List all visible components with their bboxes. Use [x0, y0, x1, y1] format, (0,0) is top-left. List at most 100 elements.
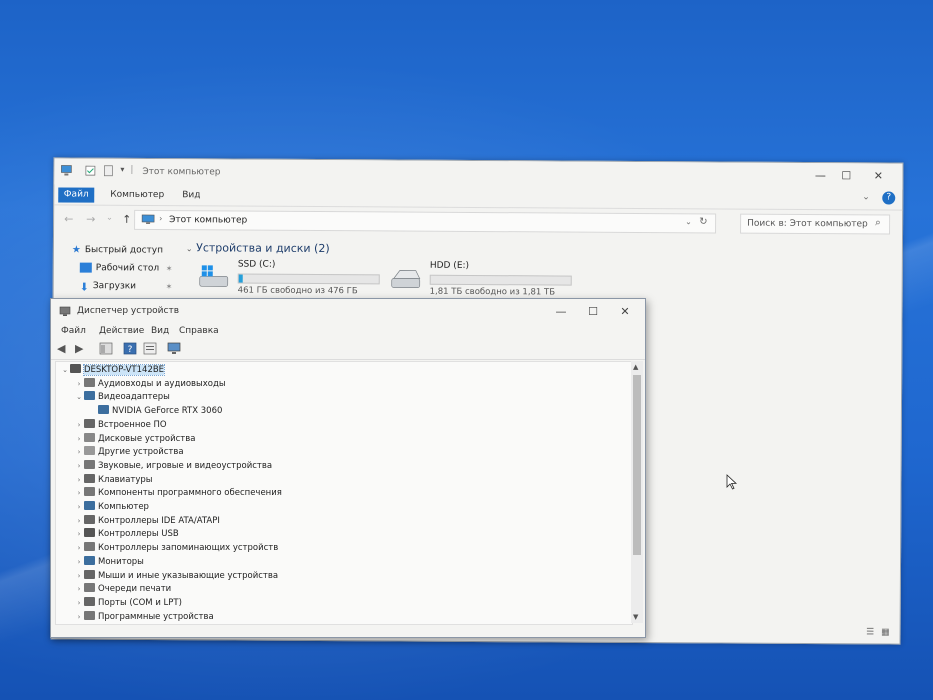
minimize-button[interactable]: — [549, 303, 573, 321]
drive-ssd-c[interactable]: SSD (C:) 461 ГБ свободно из 476 ГБ [198, 259, 398, 300]
tree-row[interactable]: › Контроллеры IDE ATA/ATAPI [74, 514, 220, 528]
printer-icon [84, 583, 95, 593]
scroll-up-arrow-icon[interactable]: ▲ [633, 363, 638, 371]
show-hide-tree-icon[interactable] [99, 342, 113, 355]
tree-row[interactable]: › Компьютер [74, 501, 149, 514]
scan-hardware-icon[interactable] [167, 342, 181, 355]
menu-help[interactable]: Справка [179, 326, 219, 336]
collapse-chevron-icon[interactable]: › [74, 611, 84, 624]
expand-chevron-icon[interactable]: ⌄ [74, 391, 84, 404]
collapse-chevron-icon[interactable]: › [74, 583, 84, 596]
scroll-thumb[interactable] [633, 375, 641, 555]
devices-group-header[interactable]: ⌄ Устройства и диски (2) [186, 241, 330, 255]
help-icon[interactable]: ? [882, 191, 896, 205]
help-icon[interactable]: ? [123, 342, 137, 355]
nav-item-downloads[interactable]: ⬇ Загрузки ✶ [80, 281, 173, 295]
device-tree: ⌄ DESKTOP-VT142BE › Аудиовходы и аудиовыход… [55, 361, 633, 625]
collapse-chevron-icon[interactable]: › [74, 446, 84, 459]
toolbar: ◀ ▶ ? [51, 339, 645, 360]
quick-access-dropdown-icon[interactable]: ▾ [120, 165, 124, 177]
collapse-chevron-icon[interactable]: › [74, 460, 84, 473]
collapse-chevron-icon[interactable]: › [74, 378, 84, 391]
maximize-button[interactable]: ☐ [834, 167, 858, 185]
tab-view[interactable]: Вид [182, 188, 200, 203]
tree-row-label: Программные устройства [98, 611, 214, 622]
this-pc-icon [61, 165, 72, 176]
this-pc-address-icon [141, 214, 155, 224]
drive-free-space: 1,81 ТБ свободно из 1,81 ТБ [429, 286, 556, 298]
collapse-chevron-icon[interactable]: › [74, 556, 84, 569]
tab-computer[interactable]: Компьютер [110, 188, 164, 203]
tab-file[interactable]: Файл [58, 187, 95, 203]
nav-item-label: Загрузки [92, 281, 137, 292]
tree-row[interactable]: › Порты (COM и LPT) [74, 596, 182, 610]
collapse-chevron-icon[interactable]: › [74, 419, 84, 432]
details-view-icon[interactable]: ☰ [866, 627, 874, 637]
unknown-device-icon [84, 446, 95, 456]
menu-file[interactable]: Файл [61, 326, 86, 336]
nav-item-desktop[interactable]: Рабочий стол ✶ [79, 262, 173, 277]
tree-row[interactable]: › Компоненты программного обеспечения [74, 487, 282, 500]
properties-icon[interactable] [143, 342, 157, 355]
forward-arrow-icon[interactable]: → [86, 213, 95, 226]
tree-row[interactable]: › Мониторы [74, 555, 144, 569]
up-arrow-icon[interactable]: ↑ [122, 213, 131, 226]
device-manager-titlebar[interactable]: Диспетчер устройств — ☐ ✕ [51, 299, 645, 323]
search-icon[interactable]: ⌕ [875, 217, 881, 228]
tree-row-label: Компьютер [98, 502, 149, 512]
tree-row-label: Другие устройства [98, 447, 184, 458]
collapse-chevron-icon[interactable]: › [74, 542, 84, 555]
ribbon-expand-icon[interactable]: ⌄ [862, 192, 870, 202]
drive-hdd-e[interactable]: HDD (E:) 1,81 ТБ свободно из 1,81 ТБ [390, 260, 590, 301]
tree-row[interactable]: › Мыши и иные указывающие устройства [74, 569, 278, 583]
tree-row[interactable]: › Дисковые устройства [74, 432, 195, 446]
tree-row[interactable]: › Контроллеры запоминающих устройств [74, 542, 278, 555]
close-button[interactable]: ✕ [866, 167, 890, 185]
tree-row[interactable]: › Другие устройства [74, 446, 184, 459]
tree-row[interactable]: NVIDIA GeForce RTX 3060 [88, 405, 222, 418]
tree-row[interactable]: › Звуковые, игровые и видеоустройства [74, 459, 272, 473]
expand-chevron-icon[interactable]: ⌄ [60, 364, 70, 377]
vertical-scrollbar[interactable]: ▲ ▼ [631, 361, 643, 623]
menu-view[interactable]: Вид [151, 326, 169, 336]
properties-icon[interactable] [84, 165, 96, 177]
tree-row[interactable]: ⌄ DESKTOP-VT142BE [60, 364, 166, 377]
large-icons-view-icon[interactable]: ▦ [881, 627, 890, 637]
collapse-chevron-icon[interactable]: › [74, 528, 84, 541]
search-box[interactable]: Поиск в: Этот компьютер ⌕ [740, 213, 891, 235]
collapse-chevron-icon[interactable]: › [74, 597, 84, 610]
windows-drive-icon [199, 265, 229, 287]
forward-arrow-icon[interactable]: ▶ [75, 342, 89, 355]
tree-row-label: Контроллеры IDE ATA/ATAPI [98, 515, 220, 526]
tree-row[interactable]: ⌄ Видеоадаптеры [74, 391, 170, 404]
back-arrow-icon[interactable]: ◀ [57, 342, 71, 355]
refresh-icon[interactable]: ↻ [699, 216, 707, 227]
scroll-down-arrow-icon[interactable]: ▼ [633, 613, 638, 621]
close-button[interactable]: ✕ [613, 303, 637, 321]
tree-row[interactable]: › Клавиатуры [74, 473, 153, 487]
recent-locations-icon[interactable]: ⌄ [106, 213, 113, 222]
collapse-chevron-icon[interactable]: › [74, 515, 84, 528]
new-folder-icon[interactable] [102, 165, 114, 177]
nav-item-quick-access[interactable]: ★ Быстрый доступ [72, 245, 163, 260]
collapse-chevron-icon[interactable]: › [74, 501, 84, 514]
tree-row-label: Компоненты программного обеспечения [98, 488, 282, 499]
address-dropdown-icon[interactable]: ⌄ [685, 217, 692, 226]
tree-row[interactable]: › Аудиовходы и аудиовыходы [74, 377, 226, 391]
computer-icon [84, 501, 95, 510]
collapse-chevron-icon[interactable]: › [74, 487, 84, 500]
collapse-chevron-icon[interactable]: › [74, 474, 84, 487]
tree-row[interactable]: › Очереди печати [74, 583, 171, 596]
window-title: Этот компьютер [142, 166, 221, 178]
tree-row[interactable]: › Контроллеры USB [74, 528, 179, 541]
tree-row-label: Клавиатуры [98, 474, 153, 485]
tree-row[interactable]: › Программные устройства [74, 610, 214, 624]
back-arrow-icon[interactable]: ← [64, 212, 73, 225]
address-bar[interactable]: › Этот компьютер ⌄ ↻ [134, 209, 717, 234]
maximize-button[interactable]: ☐ [581, 303, 605, 321]
menu-action[interactable]: Действие [99, 326, 144, 336]
tree-row[interactable]: › Встроенное ПО [74, 418, 167, 432]
minimize-button[interactable]: — [808, 167, 832, 185]
collapse-chevron-icon[interactable]: › [74, 433, 84, 446]
collapse-chevron-icon[interactable]: › [74, 570, 84, 583]
